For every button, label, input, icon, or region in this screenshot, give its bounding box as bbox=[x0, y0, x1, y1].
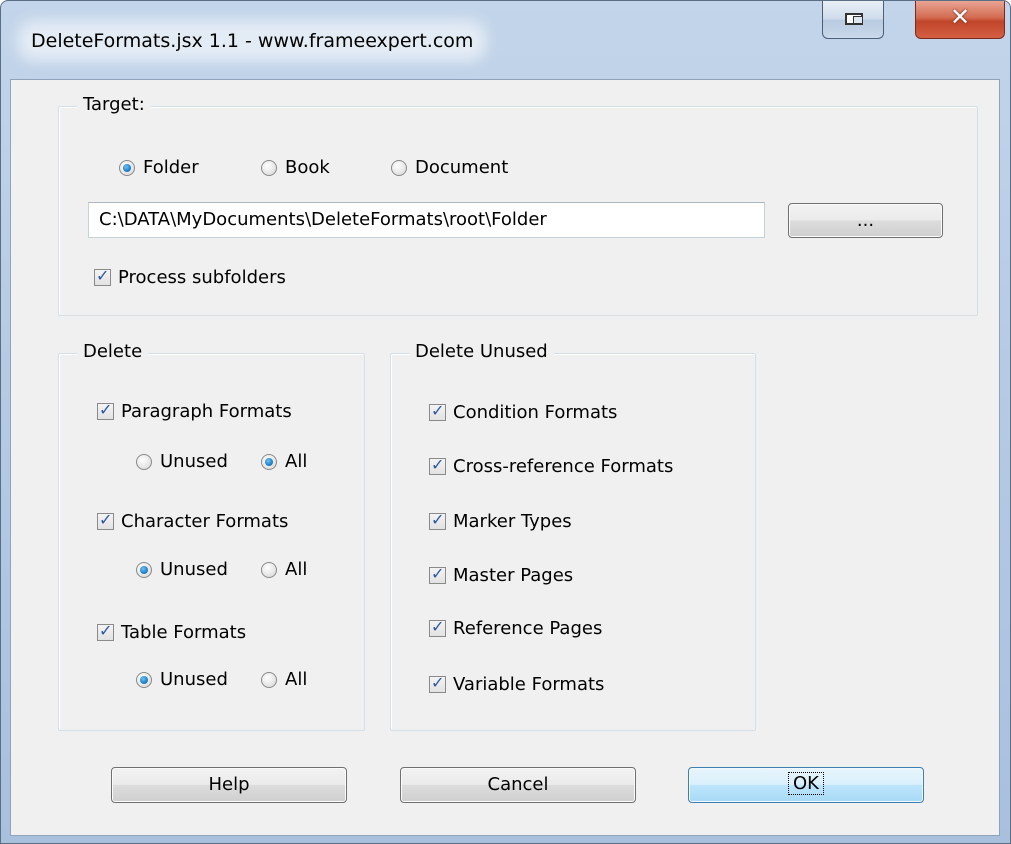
dialog-window: DeleteFormats.jsx 1.1 - www.frameexpert.… bbox=[0, 0, 1011, 844]
delete-legend: Delete bbox=[77, 341, 149, 362]
reference-pages-checkbox[interactable]: Reference Pages bbox=[429, 617, 603, 639]
ok-button-label: OK bbox=[788, 772, 824, 795]
process-subfolders-check[interactable] bbox=[94, 266, 111, 286]
master-pages-checkbox[interactable]: Master Pages bbox=[429, 564, 574, 586]
radio-document-indicator[interactable] bbox=[391, 159, 407, 176]
character-all-radio[interactable]: All bbox=[261, 559, 307, 580]
table-unused-radio[interactable]: Unused bbox=[136, 669, 228, 690]
title-bar[interactable]: DeleteFormats.jsx 1.1 - www.frameexpert.… bbox=[1, 1, 1010, 81]
ok-button[interactable]: OK bbox=[688, 767, 924, 803]
paragraph-unused-label: Unused bbox=[160, 451, 228, 472]
table-formats-label: Table Formats bbox=[121, 622, 247, 643]
cancel-button[interactable]: Cancel bbox=[400, 767, 636, 803]
radio-folder-indicator[interactable] bbox=[119, 159, 135, 176]
radio-folder[interactable]: Folder bbox=[119, 157, 199, 178]
marker-types-label: Marker Types bbox=[453, 511, 572, 532]
paragraph-all-indicator[interactable] bbox=[261, 453, 277, 470]
cross-reference-formats-label: Cross-reference Formats bbox=[453, 456, 674, 477]
radio-folder-label: Folder bbox=[143, 157, 199, 178]
condition-formats-checkbox[interactable]: Condition Formats bbox=[429, 401, 618, 423]
character-unused-indicator[interactable] bbox=[136, 561, 152, 578]
radio-book-label: Book bbox=[285, 157, 330, 178]
variable-formats-check[interactable] bbox=[429, 673, 446, 693]
radio-book-indicator[interactable] bbox=[261, 159, 277, 176]
radio-document[interactable]: Document bbox=[391, 157, 508, 178]
paragraph-formats-label: Paragraph Formats bbox=[121, 401, 292, 422]
paragraph-unused-indicator[interactable] bbox=[136, 453, 152, 470]
cross-reference-formats-check[interactable] bbox=[429, 455, 446, 475]
help-button[interactable]: Help bbox=[111, 767, 347, 803]
cross-reference-formats-checkbox[interactable]: Cross-reference Formats bbox=[429, 455, 674, 477]
paragraph-all-radio[interactable]: All bbox=[261, 451, 307, 472]
target-legend: Target: bbox=[77, 94, 151, 115]
marker-types-check[interactable] bbox=[429, 510, 446, 530]
variable-formats-checkbox[interactable]: Variable Formats bbox=[429, 673, 605, 695]
browse-button[interactable]: ... bbox=[788, 203, 943, 238]
table-unused-indicator[interactable] bbox=[136, 671, 152, 688]
condition-formats-label: Condition Formats bbox=[453, 402, 618, 423]
character-all-indicator[interactable] bbox=[261, 561, 277, 578]
dialog-client-area: Target: Folder Book Document C:\DATA\MyD… bbox=[10, 79, 1000, 836]
folder-path-input[interactable]: C:\DATA\MyDocuments\DeleteFormats\root\F… bbox=[88, 202, 765, 238]
reference-pages-check[interactable] bbox=[429, 617, 446, 637]
paragraph-unused-radio[interactable]: Unused bbox=[136, 451, 228, 472]
character-all-label: All bbox=[285, 559, 308, 580]
delete-unused-legend: Delete Unused bbox=[409, 341, 554, 362]
table-all-label: All bbox=[285, 669, 308, 690]
window-title: DeleteFormats.jsx 1.1 - www.frameexpert.… bbox=[27, 30, 478, 52]
table-formats-check[interactable] bbox=[97, 621, 114, 641]
table-formats-checkbox[interactable]: Table Formats bbox=[97, 621, 247, 643]
marker-types-checkbox[interactable]: Marker Types bbox=[429, 510, 572, 532]
paragraph-all-label: All bbox=[285, 451, 308, 472]
restore-icon bbox=[845, 13, 863, 25]
process-subfolders-checkbox[interactable]: Process subfolders bbox=[94, 266, 286, 288]
reference-pages-label: Reference Pages bbox=[453, 618, 603, 639]
close-icon: ✕ bbox=[949, 3, 971, 31]
character-formats-label: Character Formats bbox=[121, 511, 289, 532]
master-pages-check[interactable] bbox=[429, 564, 446, 584]
table-all-radio[interactable]: All bbox=[261, 669, 307, 690]
restore-button[interactable] bbox=[822, 1, 884, 39]
radio-book[interactable]: Book bbox=[261, 157, 330, 178]
radio-document-label: Document bbox=[415, 157, 509, 178]
process-subfolders-label: Process subfolders bbox=[118, 267, 286, 288]
character-unused-label: Unused bbox=[160, 559, 228, 580]
table-unused-label: Unused bbox=[160, 669, 228, 690]
close-button[interactable]: ✕ bbox=[915, 1, 1005, 39]
variable-formats-label: Variable Formats bbox=[453, 674, 605, 695]
character-unused-radio[interactable]: Unused bbox=[136, 559, 228, 580]
master-pages-label: Master Pages bbox=[453, 565, 574, 586]
condition-formats-check[interactable] bbox=[429, 401, 446, 421]
character-formats-check[interactable] bbox=[97, 510, 114, 530]
paragraph-formats-check[interactable] bbox=[97, 400, 114, 420]
table-all-indicator[interactable] bbox=[261, 671, 277, 688]
character-formats-checkbox[interactable]: Character Formats bbox=[97, 510, 289, 532]
paragraph-formats-checkbox[interactable]: Paragraph Formats bbox=[97, 400, 292, 422]
